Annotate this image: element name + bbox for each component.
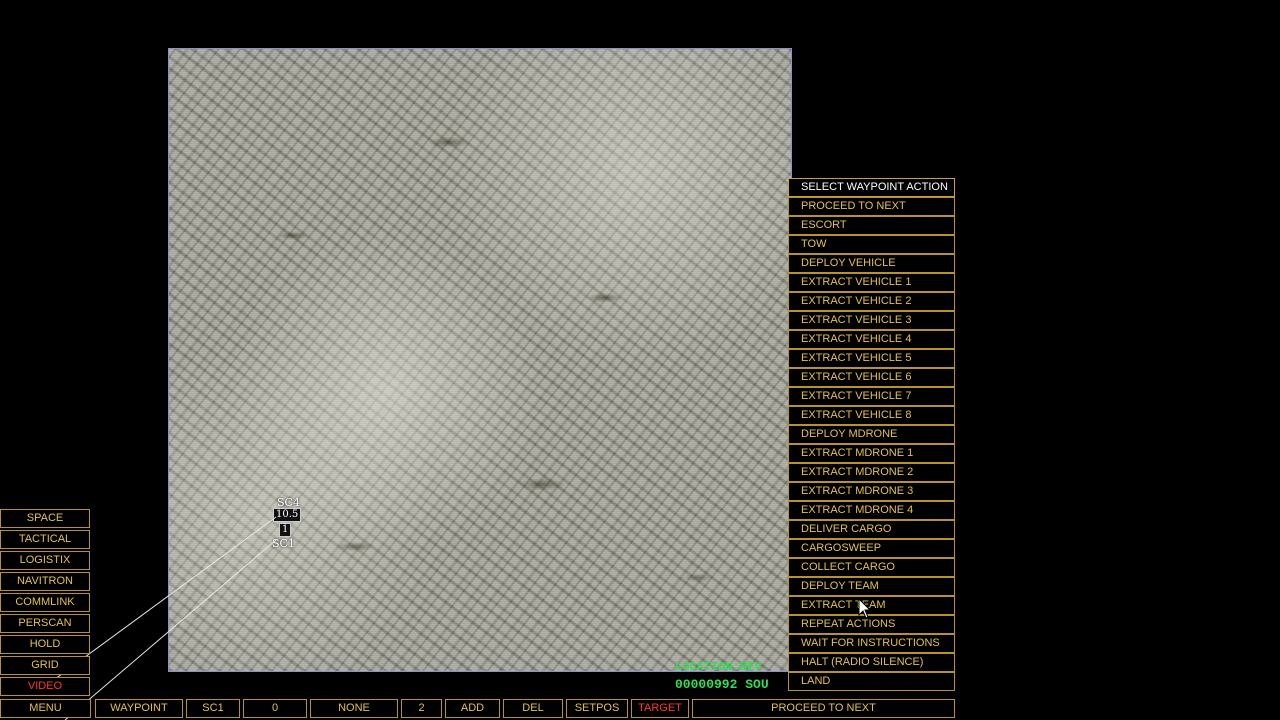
system-menu-grid[interactable]: GRID: [0, 656, 90, 675]
action-option-wait-for-instructions[interactable]: WAIT FOR INSTRUCTIONS: [788, 634, 955, 653]
setpos-button[interactable]: SETPOS: [566, 699, 628, 718]
game-screen: SC4 10.5 1 SC1 SPACE TACTICAL LOGISTIX NAVI…: [0, 0, 1280, 720]
waypoint-action-field[interactable]: NONE: [310, 699, 398, 718]
location-label: LOCATION:NEV: [675, 660, 762, 674]
action-option-deploy-vehicle[interactable]: DEPLOY VEHICLE: [788, 254, 955, 273]
system-menu-perscan[interactable]: PERSCAN: [0, 614, 90, 633]
action-option-extract-vehicle-4[interactable]: EXTRACT VEHICLE 4: [788, 330, 955, 349]
add-button[interactable]: ADD: [445, 699, 500, 718]
menu-button[interactable]: MENU: [0, 699, 91, 718]
mouse-pointer-icon: [858, 598, 872, 619]
action-option-extract-vehicle-2[interactable]: EXTRACT VEHICLE 2: [788, 292, 955, 311]
action-option-extract-mdrone-4[interactable]: EXTRACT MDRONE 4: [788, 501, 955, 520]
action-option-extract-vehicle-3[interactable]: EXTRACT VEHICLE 3: [788, 311, 955, 330]
system-menu-video[interactable]: VIDEO: [0, 677, 90, 696]
action-option-extract-vehicle-1[interactable]: EXTRACT VEHICLE 1: [788, 273, 955, 292]
waypoint-action-title: SELECT WAYPOINT ACTION: [788, 178, 955, 197]
action-option-proceed-to-next[interactable]: PROCEED TO NEXT: [788, 197, 955, 216]
system-menu-tactical[interactable]: TACTICAL: [0, 530, 90, 549]
action-option-extract-vehicle-5[interactable]: EXTRACT VEHICLE 5: [788, 349, 955, 368]
action-option-halt-radio-silence[interactable]: HALT (RADIO SILENCE): [788, 653, 955, 672]
location-coordinates: 00000992 SOU: [675, 677, 769, 692]
action-option-extract-mdrone-2[interactable]: EXTRACT MDRONE 2: [788, 463, 955, 482]
action-option-extract-mdrone-1[interactable]: EXTRACT MDRONE 1: [788, 444, 955, 463]
action-option-deploy-mdrone[interactable]: DEPLOY MDRONE: [788, 425, 955, 444]
action-option-escort[interactable]: ESCORT: [788, 216, 955, 235]
action-option-extract-vehicle-7[interactable]: EXTRACT VEHICLE 7: [788, 387, 955, 406]
waypoint-index[interactable]: 0: [243, 699, 307, 718]
action-option-extract-vehicle-6[interactable]: EXTRACT VEHICLE 6: [788, 368, 955, 387]
system-menu-space[interactable]: SPACE: [0, 509, 90, 528]
system-menu: SPACE TACTICAL LOGISTIX NAVITRON COMMLINK PER…: [0, 509, 90, 696]
waypoint-button[interactable]: WAYPOINT: [95, 699, 183, 718]
action-option-extract-mdrone-3[interactable]: EXTRACT MDRONE 3: [788, 482, 955, 501]
action-option-collect-cargo[interactable]: COLLECT CARGO: [788, 558, 955, 577]
system-menu-hold[interactable]: HOLD: [0, 635, 90, 654]
system-menu-navitron[interactable]: NAVITRON: [0, 572, 90, 591]
waypoint-path-lines: [39, 516, 277, 720]
action-option-extract-vehicle-8[interactable]: EXTRACT VEHICLE 8: [788, 406, 955, 425]
action-option-deliver-cargo[interactable]: DELIVER CARGO: [788, 520, 955, 539]
current-action-field[interactable]: PROCEED TO NEXT: [692, 699, 955, 718]
unit-selector[interactable]: SC1: [186, 699, 240, 718]
waypoint-count[interactable]: 2: [401, 699, 442, 718]
system-menu-logistix[interactable]: LOGISTIX: [0, 551, 90, 570]
waypoint-command-bar: MENU WAYPOINT SC1 0 NONE 2 ADD DEL SETPO…: [0, 699, 956, 718]
action-option-cargosweep[interactable]: CARGOSWEEP: [788, 539, 955, 558]
action-option-land[interactable]: LAND: [788, 672, 955, 691]
action-option-tow[interactable]: TOW: [788, 235, 955, 254]
delete-button[interactable]: DEL: [503, 699, 563, 718]
target-button[interactable]: TARGET: [631, 699, 689, 718]
system-menu-commlink[interactable]: COMMLINK: [0, 593, 90, 612]
action-option-deploy-team[interactable]: DEPLOY TEAM: [788, 577, 955, 596]
